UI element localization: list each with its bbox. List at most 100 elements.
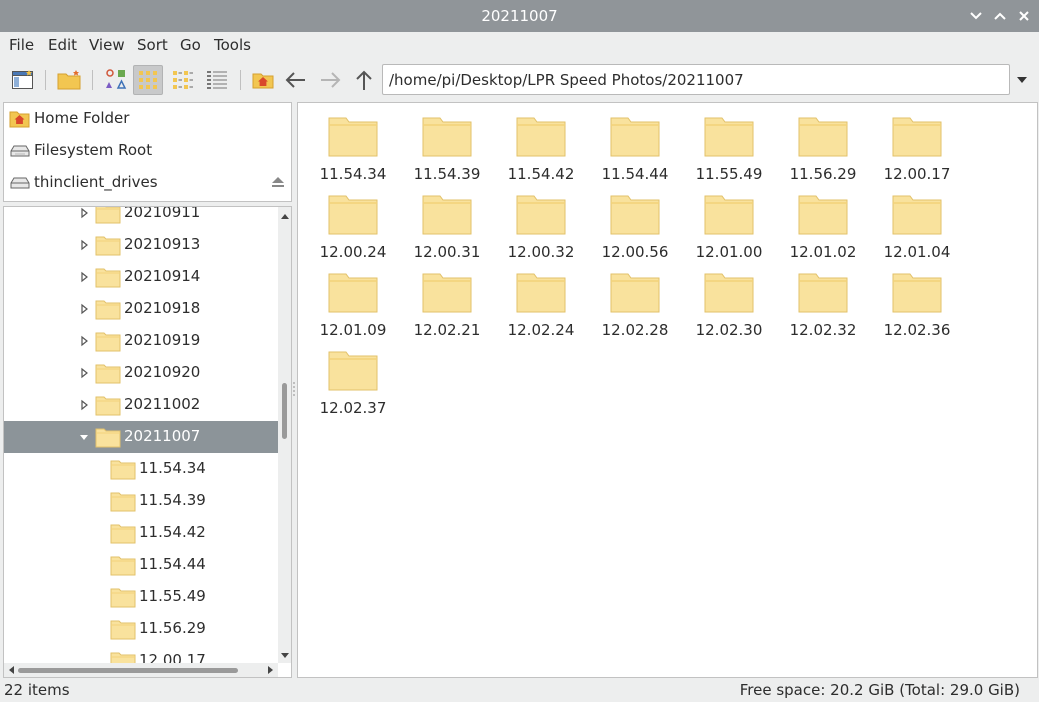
tree-item[interactable]: 11.54.44 — [4, 549, 278, 581]
menu-sort[interactable]: Sort — [137, 36, 168, 54]
menu-tools[interactable]: Tools — [214, 36, 251, 54]
forward-button[interactable] — [315, 65, 345, 95]
scroll-down-arrow-icon[interactable] — [280, 651, 290, 661]
icon-view-button[interactable] — [101, 65, 131, 95]
folder-icon — [328, 115, 378, 157]
folder-item[interactable]: 12.00.24 — [307, 185, 397, 261]
collapsed-arrow-icon[interactable] — [79, 335, 89, 347]
tree-item[interactable]: 11.54.34 — [4, 453, 278, 485]
folder-item[interactable]: 11.54.34 — [307, 107, 397, 183]
tree-item[interactable]: 11.55.49 — [4, 581, 278, 613]
folder-item[interactable]: 12.01.04 — [871, 185, 961, 261]
scroll-up-arrow-icon[interactable] — [280, 211, 290, 221]
minimize-button[interactable] — [966, 6, 986, 26]
free-space: Free space: 20.2 GiB (Total: 29.0 GiB) — [739, 681, 1020, 699]
folder-icon — [110, 554, 136, 576]
folder-icon — [892, 193, 942, 235]
folder-icon — [422, 271, 472, 313]
tree-item[interactable]: 20210914 — [4, 261, 278, 293]
pane-splitter[interactable] — [292, 380, 296, 400]
status-bar: 22 items Free space: 20.2 GiB (Total: 29… — [0, 678, 1039, 702]
folder-label: 11.54.34 — [319, 165, 387, 183]
eject-icon[interactable] — [271, 176, 285, 189]
path-history-dropdown[interactable] — [1012, 70, 1032, 90]
tree-item[interactable]: 20210911 — [4, 207, 278, 229]
folder-item[interactable]: 11.54.42 — [495, 107, 585, 183]
up-button[interactable] — [349, 65, 379, 95]
home-folder-icon — [9, 111, 30, 128]
tree-item[interactable]: 11.54.39 — [4, 485, 278, 517]
tree-item[interactable]: 20211002 — [4, 389, 278, 421]
folder-item[interactable]: 12.00.31 — [401, 185, 491, 261]
scrollbar-thumb[interactable] — [18, 668, 238, 673]
folder-item[interactable]: 12.00.56 — [589, 185, 679, 261]
folder-icon — [422, 115, 472, 157]
maximize-button[interactable] — [990, 6, 1010, 26]
tree-item[interactable]: 20210913 — [4, 229, 278, 261]
folder-item[interactable]: 12.02.37 — [307, 341, 397, 417]
place-filesystem-root[interactable]: Filesystem Root — [4, 135, 291, 167]
collapsed-arrow-icon[interactable] — [79, 399, 89, 411]
list-view-button[interactable] — [202, 65, 232, 95]
tree-vertical-scrollbar[interactable] — [278, 207, 291, 663]
tree-item[interactable]: 20210918 — [4, 293, 278, 325]
menu-file[interactable]: File — [9, 36, 34, 54]
back-button[interactable] — [281, 65, 311, 95]
close-icon — [1019, 11, 1029, 21]
folder-item[interactable]: 12.01.09 — [307, 263, 397, 339]
folder-item[interactable]: 11.54.44 — [589, 107, 679, 183]
menu-edit[interactable]: Edit — [48, 36, 77, 54]
place-home-folder[interactable]: Home Folder — [4, 103, 291, 135]
folder-item[interactable]: 12.02.36 — [871, 263, 961, 339]
icon-view-icon — [106, 69, 127, 89]
new-folder-button[interactable] — [54, 65, 84, 95]
tree-item[interactable]: 11.54.42 — [4, 517, 278, 549]
path-input[interactable] — [383, 65, 1009, 94]
folder-icon — [610, 193, 660, 235]
collapsed-arrow-icon[interactable] — [79, 367, 89, 379]
compact-view-button[interactable] — [168, 65, 198, 95]
folder-item[interactable]: 12.02.24 — [495, 263, 585, 339]
menu-go[interactable]: Go — [180, 36, 201, 54]
folder-icon — [95, 362, 121, 384]
folder-icon — [798, 193, 848, 235]
folder-item[interactable]: 12.01.02 — [777, 185, 867, 261]
folder-item[interactable]: 12.02.32 — [777, 263, 867, 339]
folder-item[interactable]: 12.02.21 — [401, 263, 491, 339]
expanded-arrow-icon[interactable] — [79, 431, 89, 443]
folder-icon — [516, 193, 566, 235]
folder-item[interactable]: 11.55.49 — [683, 107, 773, 183]
tree-horizontal-scrollbar[interactable] — [4, 663, 278, 677]
home-button[interactable] — [248, 65, 278, 95]
close-button[interactable] — [1014, 6, 1034, 26]
file-icon-view: 11.54.34 11.54.39 11.54.42 11.54.44 11.55.49… — [297, 102, 1038, 678]
scrollbar-thumb[interactable] — [282, 383, 287, 439]
scroll-right-arrow-icon[interactable] — [266, 665, 276, 675]
folder-item[interactable]: 11.56.29 — [777, 107, 867, 183]
tree-item-label: 11.54.42 — [139, 523, 206, 541]
folder-label: 12.02.24 — [507, 321, 575, 339]
collapsed-arrow-icon[interactable] — [79, 239, 89, 251]
collapsed-arrow-icon[interactable] — [79, 271, 89, 283]
place-thinclient-drives[interactable]: thinclient_drives — [4, 167, 291, 199]
folder-item[interactable]: 12.00.32 — [495, 185, 585, 261]
tree-item[interactable]: 20210919 — [4, 325, 278, 357]
tree-item[interactable]: 20210920 — [4, 357, 278, 389]
tree-item[interactable]: 20211007 — [4, 421, 278, 453]
folder-label: 12.01.02 — [789, 243, 857, 261]
folder-item[interactable]: 12.00.17 — [871, 107, 961, 183]
toolbar-separator — [92, 70, 93, 90]
scroll-left-arrow-icon[interactable] — [6, 665, 16, 675]
collapsed-arrow-icon[interactable] — [79, 303, 89, 315]
folder-item[interactable]: 12.01.00 — [683, 185, 773, 261]
new-window-button[interactable] — [8, 65, 38, 95]
folder-icon — [95, 394, 121, 416]
menu-view[interactable]: View — [89, 36, 125, 54]
folder-item[interactable]: 12.02.28 — [589, 263, 679, 339]
tree-item[interactable]: 11.56.29 — [4, 613, 278, 645]
folder-item[interactable]: 11.54.39 — [401, 107, 491, 183]
collapsed-arrow-icon[interactable] — [79, 207, 89, 219]
folder-item[interactable]: 12.02.30 — [683, 263, 773, 339]
toolbar-separator — [240, 70, 241, 90]
thumbnail-view-button[interactable] — [133, 65, 163, 95]
